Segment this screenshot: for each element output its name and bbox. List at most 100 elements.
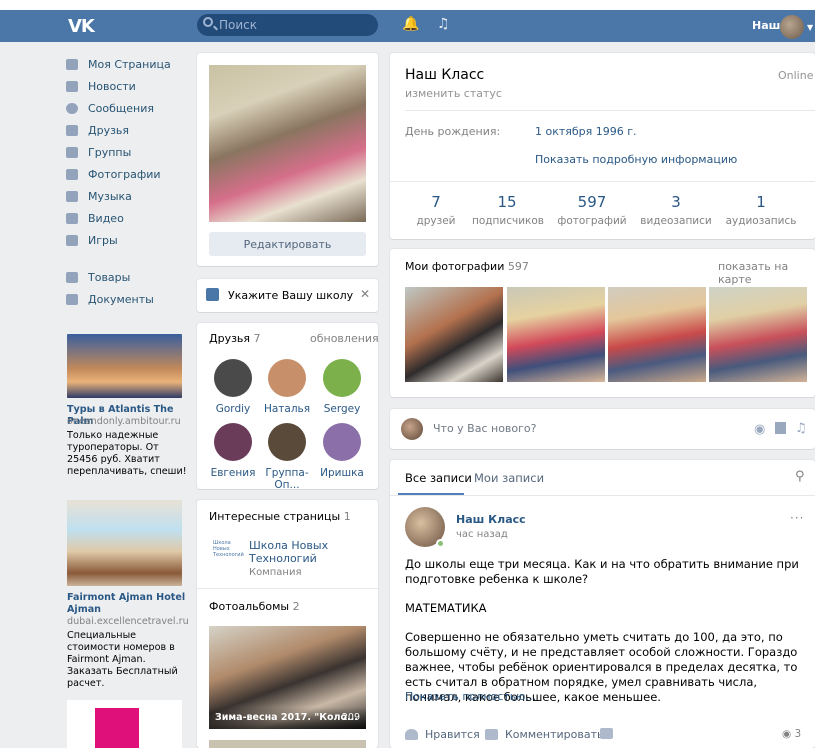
ad-domain: dubai.excellencetravel.ru [67, 616, 189, 627]
counter-videos[interactable]: 3 видеозаписи [639, 193, 713, 227]
friend-item[interactable]: Иришка [316, 423, 368, 479]
change-status-link[interactable]: изменить статус [405, 87, 502, 100]
show-more-link[interactable]: Показать полностью… [405, 690, 536, 703]
school-prompt-text: Укажите Вашу школу [228, 289, 354, 302]
sidebar-item-video[interactable]: Видео [66, 207, 186, 229]
floorplan-shape [95, 708, 139, 748]
divider [390, 181, 815, 182]
counter-audio[interactable]: 1 аудиозапись [725, 193, 797, 227]
online-dot [436, 539, 445, 548]
document-icon [66, 293, 78, 305]
news-icon [66, 80, 78, 92]
search-input[interactable]: Поиск [197, 14, 378, 36]
friend-avatar [323, 359, 361, 397]
composer-avatar [401, 418, 423, 440]
wall-card: Все записи Мои записи ⚲ Наш Класс час на… [390, 460, 815, 748]
bag-icon [66, 271, 78, 283]
sidebar-item-news[interactable]: Новости [66, 75, 186, 97]
sidebar-item-games[interactable]: Игры [66, 229, 186, 251]
photo-thumb[interactable] [507, 287, 605, 382]
counter-friends[interactable]: 7 друзей [407, 193, 465, 227]
ad-image-fairmont[interactable] [67, 500, 182, 586]
photo-thumb[interactable] [608, 287, 706, 382]
post-author-name[interactable]: Наш Класс [456, 513, 526, 526]
friends-updates-link[interactable]: обновления [310, 332, 379, 345]
video-icon [66, 212, 78, 224]
interesting-title[interactable]: Интересные страницы 1 [209, 510, 351, 523]
albums-title[interactable]: Фотоальбомы 2 [209, 600, 300, 613]
friend-avatar [268, 423, 306, 461]
sidebar-item-messages[interactable]: Сообщения [66, 97, 186, 119]
more-options-icon[interactable]: ··· [790, 511, 804, 525]
vk-logo[interactable]: VK [68, 16, 96, 37]
page-type: Компания [249, 567, 302, 578]
search-icon [203, 17, 213, 27]
profile-name: Наш Класс [405, 67, 485, 83]
birthday-value[interactable]: 1 октября 1996 г. [535, 125, 637, 138]
interesting-card: Интересные страницы 1 Школа Новых Технол… [197, 500, 378, 748]
friend-item[interactable]: Sergey [316, 359, 368, 415]
comment-button[interactable]: Комментировать [485, 728, 603, 741]
online-status: Online [778, 69, 814, 82]
sidebar-item-friends[interactable]: Друзья [66, 119, 186, 141]
composer-input[interactable]: Что у Вас нового? [433, 422, 537, 435]
home-icon [66, 58, 78, 70]
ad-image-floorplan[interactable] [67, 700, 182, 748]
music-icon[interactable]: ♫ [437, 16, 450, 32]
page-name[interactable]: Школа Новых Технологий [249, 539, 328, 565]
friend-item[interactable]: Группа-Оп... [257, 423, 317, 491]
friend-avatar [214, 359, 252, 397]
header-user-name[interactable]: Наш [752, 19, 780, 32]
edit-button[interactable]: Редактировать [209, 232, 366, 256]
page-logo[interactable]: Школа Новых Технологий [213, 540, 244, 558]
share-button[interactable] [600, 728, 613, 739]
post-time[interactable]: час назад [456, 529, 508, 540]
friend-item[interactable]: Gordiy [207, 359, 259, 415]
search-placeholder: Поиск [219, 18, 258, 32]
sidebar-item-music[interactable]: Музыка [66, 185, 186, 207]
album-cover-2[interactable] [209, 740, 366, 748]
friend-avatar [268, 359, 306, 397]
divider [197, 588, 378, 589]
photo-thumb[interactable] [405, 287, 503, 382]
search-icon[interactable]: ⚲ [795, 469, 805, 484]
show-on-map-link[interactable]: показать на карте [718, 260, 815, 286]
sidebar-item-goods[interactable]: Товары [66, 266, 186, 288]
counter-followers[interactable]: 15 подписчиков [472, 193, 544, 227]
sidebar-item-groups[interactable]: Группы [66, 141, 186, 163]
friend-item[interactable]: Евгения [207, 423, 259, 479]
ad-title[interactable]: Fairmont Ajman Hotel Ajman [67, 592, 187, 616]
sidebar-item-photos[interactable]: Фотографии [66, 163, 186, 185]
video-icon[interactable] [775, 422, 786, 434]
like-button[interactable]: Нравится [405, 728, 480, 741]
chevron-down-icon[interactable]: ▼ [807, 23, 813, 32]
counter-photos[interactable]: 597 фотографий [557, 193, 627, 227]
tab-my-posts[interactable]: Мои записи [474, 471, 544, 485]
profile-photo[interactable] [209, 65, 366, 222]
bell-icon[interactable]: 🔔 [402, 16, 419, 32]
music-icon[interactable]: ♫ [795, 421, 807, 436]
album-cover[interactable]: Зима-весна 2017. "Коло... 209 [209, 626, 366, 729]
header-avatar[interactable] [780, 15, 804, 39]
show-details-link[interactable]: Показать подробную информацию [535, 153, 737, 166]
sidebar-item-my-page[interactable]: Моя Страница [66, 53, 186, 75]
sidebar-item-documents[interactable]: Документы [66, 288, 186, 310]
music-icon [66, 190, 78, 202]
album-count: 209 [341, 712, 360, 723]
friends-title[interactable]: Друзья 7 [209, 332, 261, 345]
ad-image-atlantis[interactable] [67, 334, 182, 398]
games-icon [66, 234, 78, 246]
close-icon[interactable]: ✕ [360, 287, 370, 301]
top-header: VK Поиск 🔔 ♫ Наш ▼ [0, 10, 815, 42]
friend-avatar [323, 423, 361, 461]
tab-all-posts[interactable]: Все записи [405, 471, 472, 485]
photo-thumb[interactable] [709, 287, 807, 382]
composer-card[interactable]: Что у Вас нового? ◉ ♫ [390, 409, 815, 449]
photos-title[interactable]: Мои фотографии 597 [405, 260, 529, 273]
avatar-card: Редактировать [197, 53, 378, 266]
eye-icon: ◉ [782, 728, 792, 740]
divider [405, 110, 815, 111]
camera-icon[interactable]: ◉ [754, 422, 765, 437]
friend-item[interactable]: Наталья [261, 359, 313, 415]
school-prompt-card[interactable]: Укажите Вашу школу ✕ [197, 279, 378, 312]
